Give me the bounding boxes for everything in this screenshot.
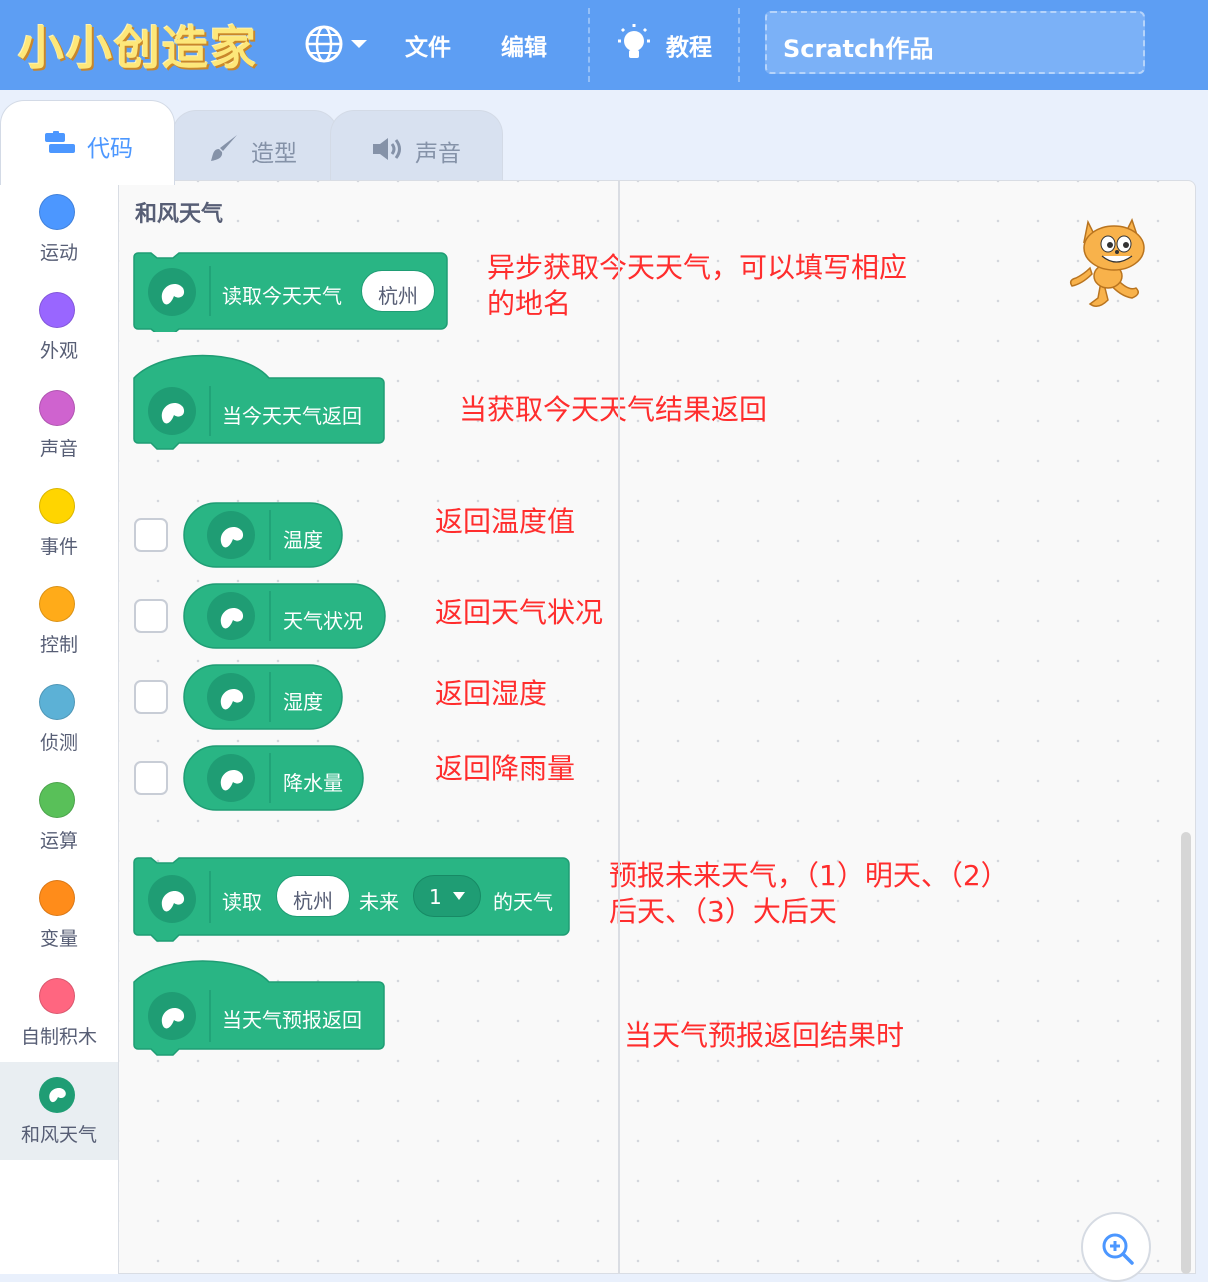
chevron-down-icon bbox=[351, 40, 367, 48]
category-dot bbox=[39, 782, 75, 818]
globe-icon bbox=[305, 25, 367, 63]
category-weather[interactable]: 和风天气 bbox=[0, 1062, 118, 1160]
block-label: 湿度 bbox=[283, 690, 323, 714]
app-logo[interactable]: 小小创造家 bbox=[18, 12, 258, 78]
annotation-line: 的地名 bbox=[487, 287, 572, 320]
category-label: 声音 bbox=[39, 438, 78, 460]
city-input[interactable]: 杭州 bbox=[361, 270, 435, 312]
block-temperature[interactable]: 温度 bbox=[183, 502, 343, 568]
annotation-line: 后天、（3）大后天 bbox=[609, 895, 837, 928]
category-label: 事件 bbox=[39, 536, 78, 558]
weather-extension-icon bbox=[39, 1077, 75, 1113]
category-dot bbox=[39, 586, 75, 622]
block-label: 读取今天天气 bbox=[222, 284, 342, 308]
block-label: 当天气预报返回 bbox=[222, 1008, 362, 1032]
category-label: 控制 bbox=[39, 634, 78, 656]
block-label: 未来 bbox=[359, 890, 399, 914]
tutorials-menu[interactable]: 教程 bbox=[666, 28, 712, 62]
category-label: 变量 bbox=[39, 928, 78, 950]
tab-costumes[interactable]: 造型 bbox=[172, 110, 338, 185]
monitor-checkbox-precipitation[interactable] bbox=[134, 761, 168, 795]
annotation-line: 异步获取今天天气，可以填写相应 bbox=[487, 251, 908, 284]
annotation-line: 预报未来天气，（1）明天、（2） bbox=[609, 859, 1009, 892]
category-label: 运算 bbox=[39, 830, 78, 852]
zoom-in-icon bbox=[1102, 1233, 1134, 1265]
flyout-section-title: 和风天气 bbox=[135, 202, 224, 227]
block-when-forecast-returned[interactable]: 当天气预报返回 bbox=[133, 960, 385, 1062]
category-dot bbox=[39, 292, 75, 328]
tab-sounds[interactable]: 声音 bbox=[330, 110, 503, 185]
category-dot bbox=[39, 194, 75, 230]
city-input[interactable]: 杭州 bbox=[276, 875, 350, 917]
speaker-icon bbox=[373, 138, 401, 160]
lightbulb-icon[interactable] bbox=[614, 22, 654, 66]
category-sensing[interactable]: 侦测 bbox=[0, 670, 118, 768]
code-icon bbox=[45, 131, 75, 153]
category-label: 运动 bbox=[39, 242, 78, 264]
category-my-blocks[interactable]: 自制积木 bbox=[0, 964, 118, 1062]
category-dot bbox=[39, 684, 75, 720]
block-label: 读取 bbox=[222, 890, 262, 914]
zoom-in-button[interactable] bbox=[1081, 1212, 1151, 1282]
category-label: 自制积木 bbox=[20, 1026, 97, 1048]
category-operators[interactable]: 运算 bbox=[0, 768, 118, 866]
tab-code[interactable]: 代码 bbox=[0, 100, 175, 185]
edit-menu[interactable]: 编辑 bbox=[501, 28, 547, 62]
days-value: 1 bbox=[429, 885, 442, 909]
category-looks[interactable]: 外观 bbox=[0, 278, 118, 376]
annotation-when-forecast-returned: 当天气预报返回结果时 bbox=[624, 1019, 905, 1052]
menu-bar: 小小创造家 文件 编辑 教程 Scratch作品 bbox=[0, 0, 1208, 90]
project-title-input[interactable]: Scratch作品 bbox=[765, 11, 1145, 74]
menu-divider bbox=[588, 8, 590, 82]
category-dot bbox=[39, 880, 75, 916]
category-menu: 运动 外观 声音 事件 控制 侦测 运算 变量 自制积木 和风天气 bbox=[0, 180, 119, 1274]
category-label: 侦测 bbox=[39, 732, 78, 754]
block-precipitation[interactable]: 降水量 bbox=[183, 745, 364, 811]
block-humidity[interactable]: 湿度 bbox=[183, 664, 343, 730]
language-menu[interactable] bbox=[304, 22, 370, 66]
block-label: 温度 bbox=[283, 528, 323, 552]
category-control[interactable]: 控制 bbox=[0, 572, 118, 670]
brush-icon bbox=[211, 135, 237, 161]
tab-label: 造型 bbox=[251, 141, 297, 167]
monitor-checkbox-humidity[interactable] bbox=[134, 680, 168, 714]
block-read-today-weather[interactable]: 读取今天天气 杭州 bbox=[133, 252, 448, 332]
annotation-read-forecast: 预报未来天气，（1）明天、（2） 后天、（3）大后天 bbox=[609, 858, 1009, 930]
dropdown-arrow-icon bbox=[453, 892, 465, 900]
category-label: 和风天气 bbox=[20, 1124, 97, 1146]
annotation-precipitation: 返回降雨量 bbox=[435, 752, 576, 785]
block-label: 当今天天气返回 bbox=[222, 404, 362, 428]
monitor-checkbox-temperature[interactable] bbox=[134, 518, 168, 552]
tab-label: 代码 bbox=[87, 136, 133, 162]
workspace-scrollbar[interactable] bbox=[1181, 832, 1191, 1274]
tab-label: 声音 bbox=[415, 141, 461, 167]
block-label: 的天气 bbox=[493, 890, 553, 914]
block-label: 降水量 bbox=[283, 771, 343, 795]
category-dot bbox=[39, 488, 75, 524]
category-dot bbox=[39, 390, 75, 426]
block-when-today-returned[interactable]: 当今天天气返回 bbox=[133, 354, 385, 456]
category-label: 外观 bbox=[39, 340, 78, 362]
menu-divider bbox=[738, 8, 740, 82]
flyout-divider bbox=[618, 180, 620, 1274]
block-label: 天气状况 bbox=[283, 609, 363, 633]
file-menu[interactable]: 文件 bbox=[405, 28, 451, 62]
annotation-humidity: 返回湿度 bbox=[435, 677, 548, 710]
category-sound[interactable]: 声音 bbox=[0, 376, 118, 474]
annotation-temperature: 返回温度值 bbox=[435, 505, 576, 538]
monitor-checkbox-weather-status[interactable] bbox=[134, 599, 168, 633]
category-events[interactable]: 事件 bbox=[0, 474, 118, 572]
days-dropdown[interactable]: 1 bbox=[413, 875, 481, 917]
annotation-weather-status: 返回天气状况 bbox=[435, 596, 604, 629]
category-variables[interactable]: 变量 bbox=[0, 866, 118, 964]
annotation-when-today-returned: 当获取今天天气结果返回 bbox=[459, 393, 768, 426]
category-motion[interactable]: 运动 bbox=[0, 180, 118, 278]
category-dot bbox=[39, 978, 75, 1014]
annotation-read-today: 异步获取今天天气，可以填写相应 的地名 bbox=[487, 250, 907, 322]
sprite-cat-icon[interactable] bbox=[1062, 214, 1162, 316]
block-read-forecast[interactable]: 读取 杭州 未来 1 的天气 bbox=[133, 857, 571, 947]
block-weather-status[interactable]: 天气状况 bbox=[183, 583, 386, 649]
